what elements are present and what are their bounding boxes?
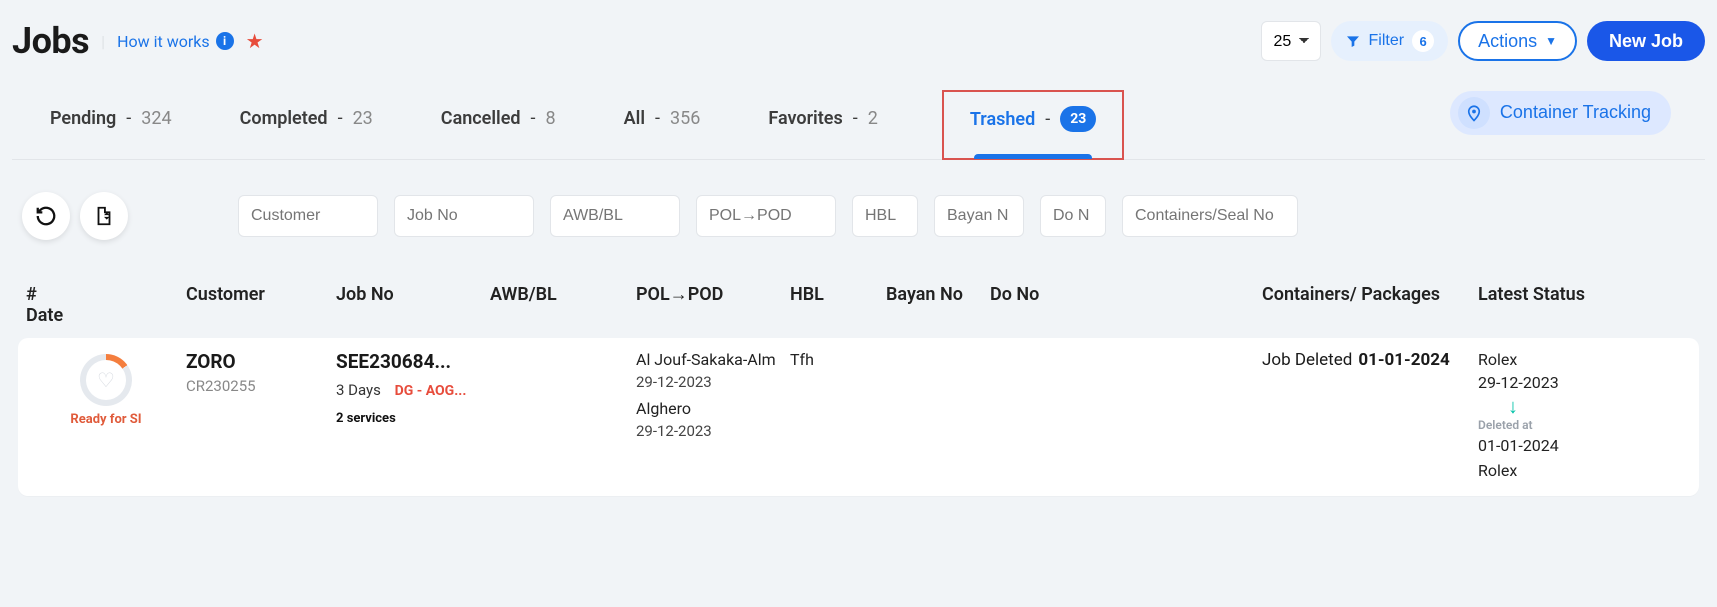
filter-icon: [1345, 33, 1361, 49]
tab-count: 8: [546, 108, 556, 129]
chevron-down-icon: ▼: [1545, 34, 1557, 48]
tab-favorites[interactable]: Favorites - 2: [764, 90, 881, 159]
actions-label: Actions: [1478, 31, 1537, 52]
filter-hbl-input[interactable]: [852, 195, 918, 237]
star-icon[interactable]: ★: [246, 29, 264, 53]
col-date: Date: [26, 305, 186, 326]
row-latest-status-prefix: Job Deleted: [1262, 350, 1352, 370]
tab-label: All: [624, 108, 645, 129]
export-icon: [93, 205, 115, 227]
refresh-icon: [35, 205, 57, 227]
table-row[interactable]: ♡ Ready for SI ZORO CR230255 SEE230684..…: [18, 338, 1699, 496]
row-job-no: SEE230684...: [336, 350, 490, 373]
filter-button[interactable]: Filter 6: [1331, 21, 1449, 61]
row-date-deleted: 01-01-2024: [1478, 436, 1608, 455]
container-tracking-label: Container Tracking: [1500, 102, 1651, 123]
row-pol-origin-date: 29-12-2023: [636, 373, 790, 391]
how-it-works-link[interactable]: How it works i: [117, 32, 234, 51]
container-tracking-button[interactable]: Container Tracking: [1450, 91, 1671, 135]
filter-count: 6: [1412, 30, 1434, 52]
filter-pol-input[interactable]: [696, 195, 836, 237]
row-customer-name: ZORO: [186, 350, 336, 373]
tab-all[interactable]: All - 356: [620, 90, 705, 159]
col-index: #: [26, 284, 186, 305]
tab-count: 23: [353, 108, 373, 129]
page-size-select[interactable]: 25: [1261, 21, 1321, 61]
col-customer: Customer: [186, 284, 336, 305]
refresh-button[interactable]: [22, 192, 70, 240]
row-pol-origin: Al Jouf-Sakaka-Alm: [636, 350, 790, 369]
how-it-works-label: How it works: [117, 32, 210, 51]
tab-label: Trashed: [970, 109, 1035, 130]
col-jobno: Job No: [336, 284, 490, 305]
col-dono: Do No: [990, 284, 1262, 305]
page-title: Jobs: [12, 20, 89, 62]
tab-label: Completed: [240, 108, 328, 129]
tab-count: 356: [670, 108, 700, 129]
actions-button[interactable]: Actions ▼: [1458, 21, 1577, 61]
heart-icon[interactable]: ♡: [97, 368, 115, 392]
col-hbl: HBL: [790, 284, 886, 305]
row-latest-status-date: 01-01-2024: [1358, 350, 1449, 370]
arrow-down-icon: ↓: [1508, 396, 1608, 416]
row-customer-code: CR230255: [186, 377, 336, 395]
row-pol-dest-date: 29-12-2023: [636, 422, 790, 440]
row-date-created: 29-12-2023: [1478, 373, 1608, 392]
tab-label: Pending: [50, 108, 116, 129]
filter-label: Filter: [1369, 32, 1405, 50]
filter-customer-input[interactable]: [238, 195, 378, 237]
row-status-text: Ready for SI: [70, 412, 141, 427]
tab-count: 23: [1060, 106, 1096, 132]
tab-pending[interactable]: Pending - 324: [46, 90, 176, 159]
tab-count: 2: [868, 108, 878, 129]
filter-awb-input[interactable]: [550, 195, 680, 237]
tab-label: Cancelled: [441, 108, 521, 129]
filter-bayan-input[interactable]: [934, 195, 1024, 237]
filter-containers-input[interactable]: [1122, 195, 1298, 237]
tab-trashed[interactable]: Trashed - 23: [966, 92, 1100, 158]
row-hbl: Tfh: [790, 350, 886, 369]
export-button[interactable]: [80, 192, 128, 240]
tab-count: 324: [141, 108, 171, 129]
col-latest: Latest Status: [1478, 284, 1608, 305]
row-dg-badge: DG - AOG...: [395, 383, 467, 399]
filter-dono-input[interactable]: [1040, 195, 1106, 237]
row-days: 3 Days: [336, 381, 381, 399]
progress-ring: ♡: [80, 354, 132, 406]
col-bayan: Bayan No: [886, 284, 990, 305]
row-date-user2: Rolex: [1478, 461, 1608, 480]
info-icon: i: [216, 32, 234, 50]
col-containers: Containers/ Packages: [1262, 284, 1478, 305]
title-divider: |: [101, 32, 105, 51]
row-date-user1: Rolex: [1478, 350, 1608, 369]
filter-jobno-input[interactable]: [394, 195, 534, 237]
tab-label: Favorites: [768, 108, 842, 129]
pin-icon: [1458, 97, 1490, 129]
new-job-button[interactable]: New Job: [1587, 21, 1705, 61]
row-pol-dest: Alghero: [636, 399, 790, 418]
col-pol: POL→POD: [636, 284, 790, 305]
tab-cancelled[interactable]: Cancelled - 8: [437, 90, 560, 159]
col-awb: AWB/BL: [490, 284, 636, 305]
row-deleted-at-label: Deleted at: [1478, 418, 1608, 432]
row-services: 2 services: [336, 411, 490, 426]
tab-completed[interactable]: Completed - 23: [236, 90, 377, 159]
